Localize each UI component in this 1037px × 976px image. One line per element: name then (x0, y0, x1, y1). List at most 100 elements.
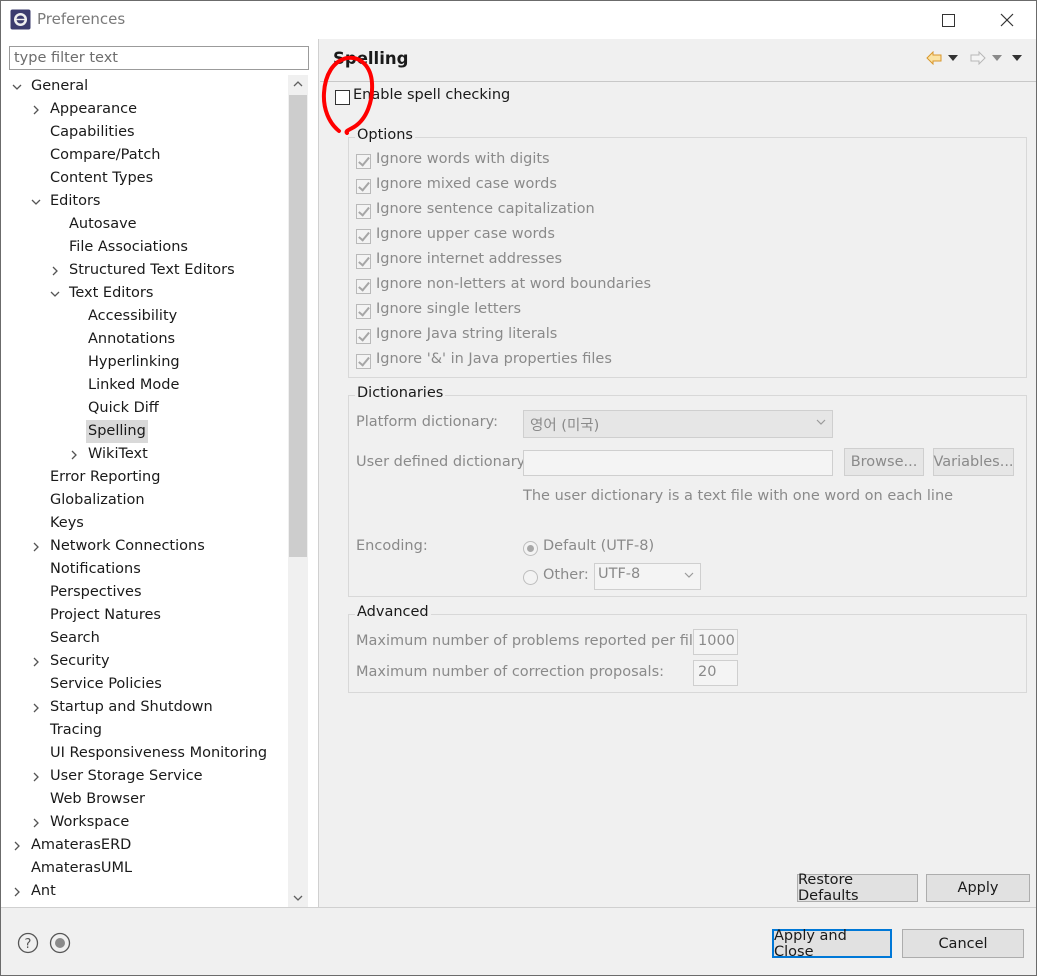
minimize-button[interactable] (861, 1, 919, 39)
chevron-right-icon[interactable] (11, 880, 23, 903)
tree-item[interactable]: Content Types (48, 167, 155, 190)
option-checkbox[interactable] (356, 354, 371, 369)
tree-item[interactable]: Appearance (33, 98, 139, 121)
back-button[interactable] (926, 47, 958, 69)
tree-item[interactable]: UI Responsiveness Monitoring (48, 742, 269, 765)
option-label[interactable]: Ignore non-letters at word boundaries (376, 276, 651, 292)
tree-item[interactable]: Tracing (48, 719, 104, 742)
option-checkbox[interactable] (356, 154, 371, 169)
chevron-right-icon[interactable] (30, 765, 42, 788)
option-checkbox[interactable] (356, 304, 371, 319)
tree-item[interactable]: Quick Diff (86, 397, 161, 420)
tree-item-label: Quick Diff (88, 400, 159, 416)
chevron-right-icon[interactable] (68, 443, 80, 466)
chevron-right-icon[interactable] (49, 259, 61, 282)
close-button[interactable] (978, 1, 1036, 39)
forward-button[interactable] (970, 47, 1002, 69)
max-problems-field[interactable]: 1000 (693, 629, 738, 655)
chevron-down-icon[interactable] (49, 282, 61, 305)
tree-item[interactable]: Startup and Shutdown (33, 696, 215, 719)
option-label[interactable]: Ignore mixed case words (376, 176, 557, 192)
option-label[interactable]: Ignore internet addresses (376, 251, 562, 267)
scroll-down-button[interactable] (288, 889, 308, 907)
tree-item[interactable]: Compare/Patch (48, 144, 163, 167)
chevron-down-icon[interactable] (30, 190, 42, 213)
default-encoding-radio[interactable] (523, 541, 538, 556)
tree-item-label: File Associations (69, 239, 188, 255)
enable-spell-checking-label[interactable]: Enable spell checking (353, 87, 510, 103)
tree-item[interactable]: Security (33, 650, 112, 673)
option-label[interactable]: Ignore sentence capitalization (376, 201, 595, 217)
tree-item[interactable]: AmaterasERD (14, 834, 133, 857)
option-checkbox[interactable] (356, 279, 371, 294)
option-label[interactable]: Ignore single letters (376, 301, 521, 317)
chevron-right-icon[interactable] (30, 535, 42, 558)
option-label[interactable]: Ignore upper case words (376, 226, 555, 242)
tree-item[interactable]: File Associations (67, 236, 190, 259)
tree-item[interactable]: Project Natures (48, 604, 163, 627)
tree-item[interactable]: Search (48, 627, 102, 650)
chevron-down-icon[interactable] (11, 75, 23, 98)
scroll-thumb[interactable] (289, 95, 307, 557)
tree-item[interactable]: Web Browser (48, 788, 147, 811)
option-checkbox[interactable] (356, 204, 371, 219)
option-checkbox[interactable] (356, 329, 371, 344)
tree-item[interactable]: Network Connections (33, 535, 207, 558)
tree-item[interactable]: AmaterasUML (29, 857, 134, 880)
browse-button[interactable]: Browse... (844, 448, 924, 476)
tree-item[interactable]: Linked Mode (86, 374, 181, 397)
option-label[interactable]: Ignore Java string literals (376, 326, 557, 342)
option-label[interactable]: Ignore words with digits (376, 151, 550, 167)
chevron-right-icon[interactable] (11, 834, 23, 857)
option-label[interactable]: Ignore '&' in Java properties files (376, 351, 612, 367)
chevron-right-icon[interactable] (30, 650, 42, 673)
tree-item[interactable]: WikiText (71, 443, 150, 466)
chevron-right-icon[interactable] (30, 696, 42, 719)
tree-item[interactable]: Perspectives (48, 581, 144, 604)
option-checkbox[interactable] (356, 179, 371, 194)
chevron-right-icon[interactable] (30, 811, 42, 834)
tree-item[interactable]: Error Reporting (48, 466, 162, 489)
tree-item[interactable]: Workspace (33, 811, 131, 834)
tree-item[interactable]: Hyperlinking (86, 351, 182, 374)
option-checkbox[interactable] (356, 254, 371, 269)
other-encoding-combo[interactable]: UTF-8 (594, 563, 701, 590)
apply-and-close-button[interactable]: Apply and Close (772, 928, 892, 960)
other-encoding-label[interactable]: Other: (543, 567, 589, 583)
tree-item[interactable]: Structured Text Editors (52, 259, 237, 282)
apply-button[interactable]: Apply (926, 874, 1030, 902)
record-macro-icon[interactable] (49, 932, 71, 954)
tree-item[interactable]: Autosave (67, 213, 139, 236)
filter-input[interactable] (9, 46, 309, 70)
tree-item[interactable]: Editors (31, 190, 102, 213)
view-menu-icon (1012, 55, 1022, 61)
max-proposals-field[interactable]: 20 (693, 660, 738, 686)
tree-item[interactable]: Text Editors (50, 282, 155, 305)
platform-dictionary-combo[interactable]: 영어 (미국) (523, 410, 833, 438)
variables-button[interactable]: Variables... (933, 448, 1014, 476)
other-encoding-radio[interactable] (523, 570, 538, 585)
tree-item[interactable]: User Storage Service (33, 765, 205, 788)
tree-item[interactable]: Ant (14, 880, 58, 903)
tree-item[interactable]: Service Policies (48, 673, 164, 696)
tree-item[interactable]: Keys (48, 512, 86, 535)
cancel-button[interactable]: Cancel (902, 929, 1024, 958)
chevron-right-icon[interactable] (30, 98, 42, 121)
tree-item[interactable]: General (12, 75, 90, 98)
tree-scrollbar[interactable] (288, 75, 308, 907)
tree-item[interactable]: Accessibility (86, 305, 179, 328)
default-encoding-label[interactable]: Default (UTF-8) (543, 538, 654, 554)
tree-item[interactable]: Capabilities (48, 121, 137, 144)
restore-defaults-button[interactable]: Restore Defaults (797, 872, 918, 904)
tree-item[interactable]: Spelling (86, 420, 148, 443)
help-icon[interactable]: ? (17, 932, 39, 954)
tree-item[interactable]: Annotations (86, 328, 177, 351)
user-dictionary-field[interactable] (523, 450, 833, 476)
scroll-up-button[interactable] (288, 75, 308, 93)
option-checkbox[interactable] (356, 229, 371, 244)
view-menu-button[interactable] (1012, 47, 1022, 69)
maximize-button[interactable] (919, 1, 977, 39)
close-icon (1000, 13, 1014, 27)
tree-item[interactable]: Notifications (48, 558, 143, 581)
tree-item[interactable]: Globalization (48, 489, 147, 512)
